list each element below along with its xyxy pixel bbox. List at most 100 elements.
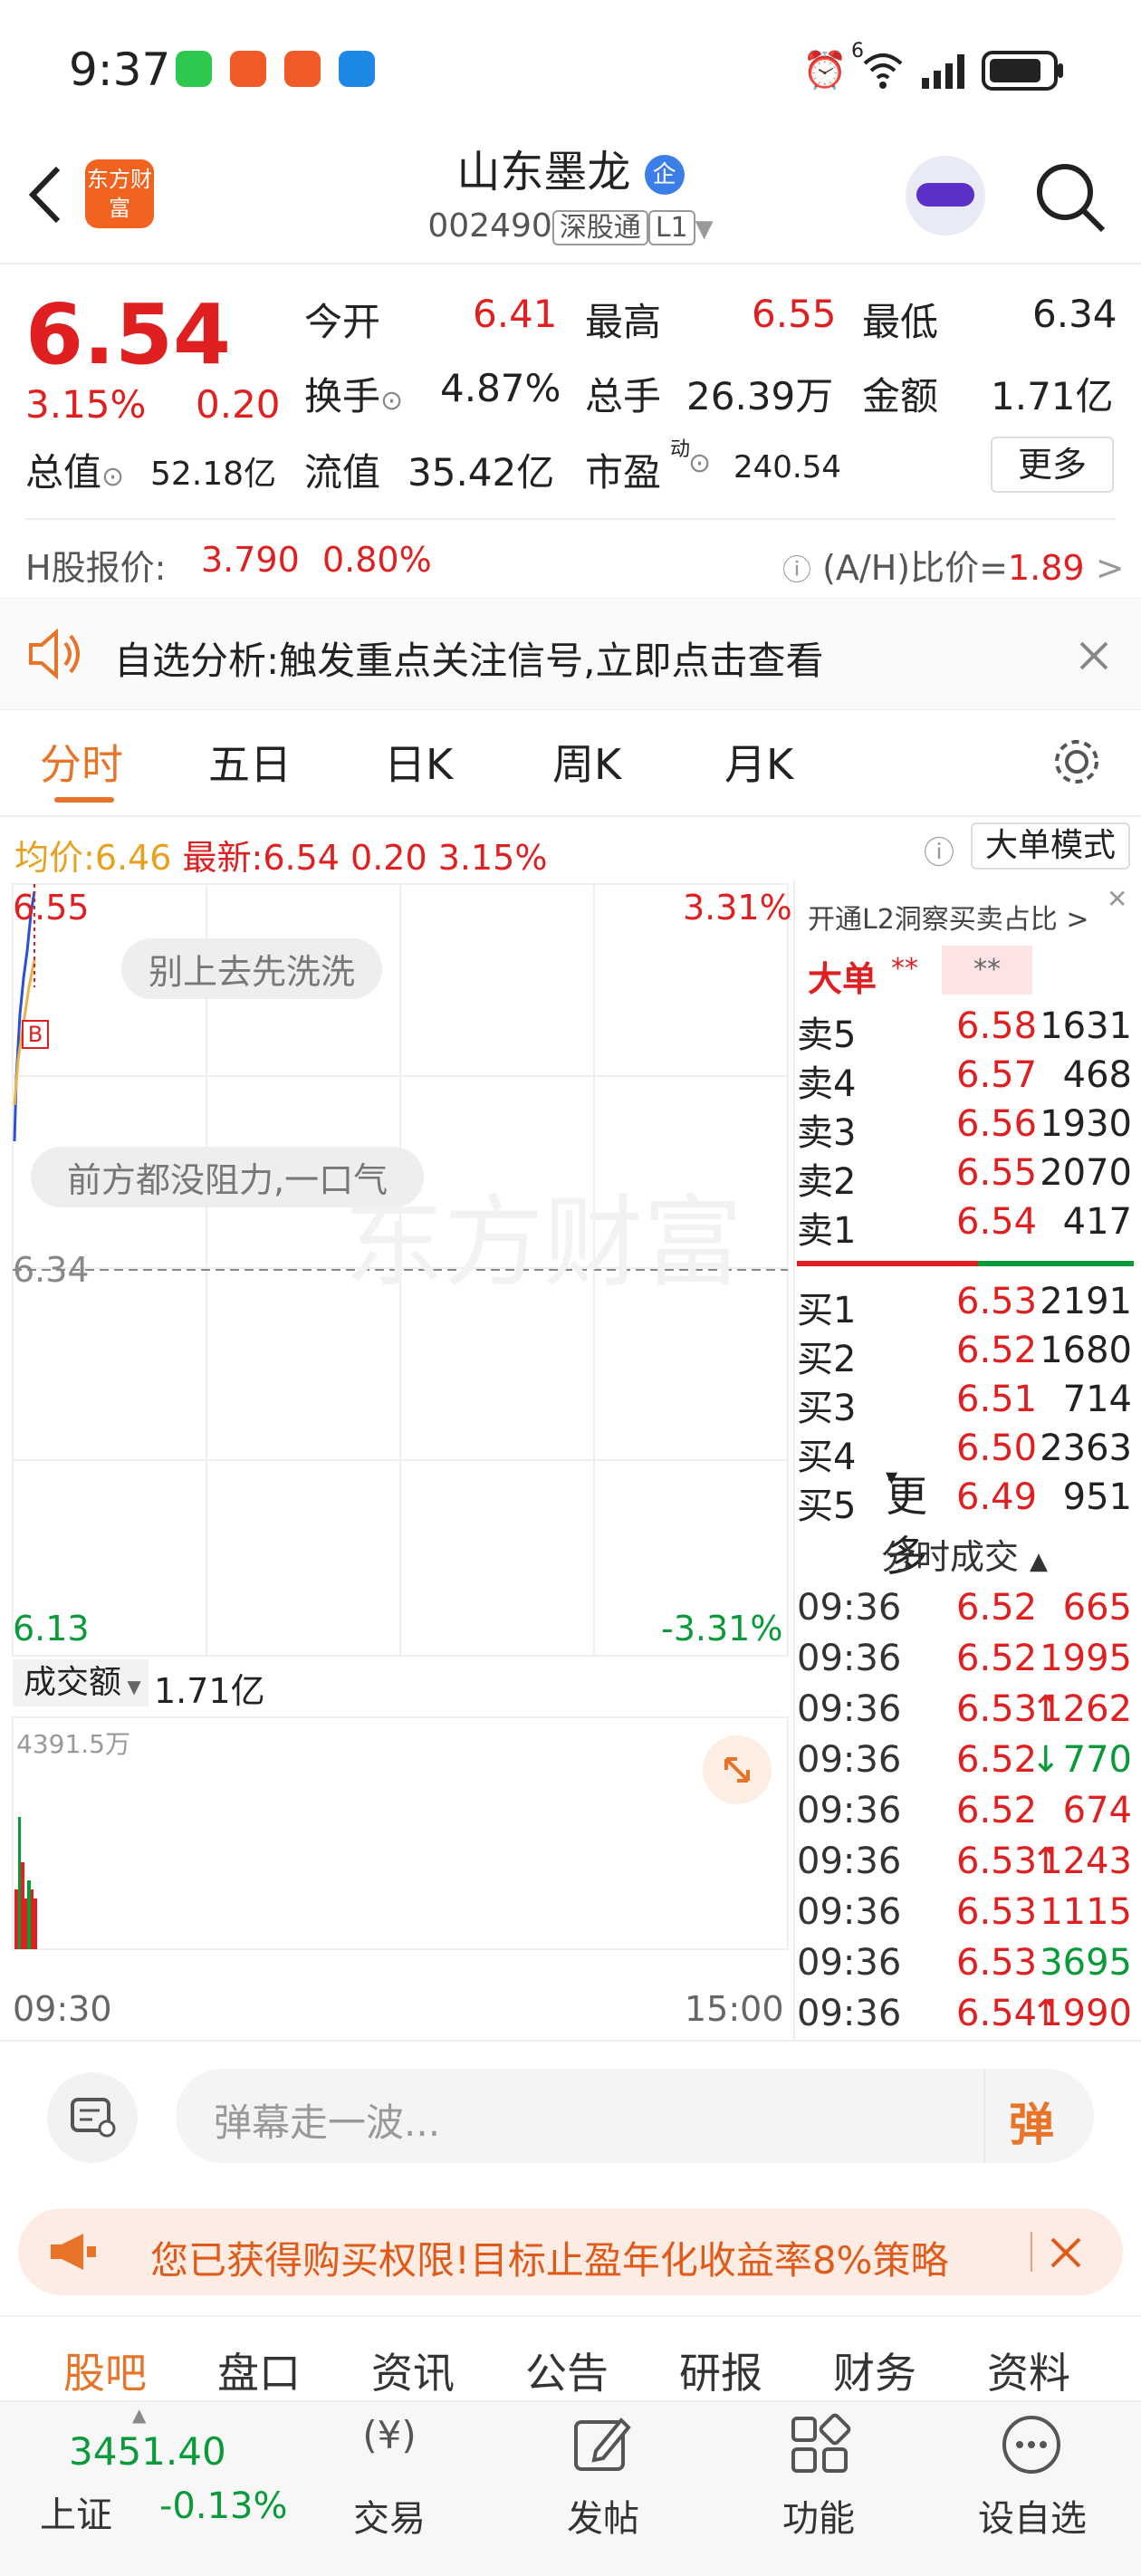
ask-label: 卖1 [797, 1210, 857, 1252]
trade-time: 09:36 [797, 1688, 902, 1730]
axis-time-start: 09:30 [13, 1989, 112, 2029]
app-icon [339, 51, 375, 87]
trade-row: 09:36 6.54 1990 ↑ [797, 1993, 1132, 2043]
trade-volume: 1115 [1040, 1891, 1132, 1933]
app-icon [284, 51, 321, 87]
big-order-mode-button[interactable]: 大单模式 [971, 822, 1130, 870]
info-icon[interactable]: ⊙ [688, 447, 711, 479]
trade-row: 09:36 6.53 1262 ↑ [797, 1688, 1132, 1739]
trades-title[interactable]: 分时成交 ▲ [797, 1529, 1132, 1579]
ask-price: 6.57 [956, 1054, 1038, 1096]
close-icon[interactable] [1049, 2235, 1083, 2270]
ask-volume: 1930 [1040, 1103, 1132, 1145]
trade-price: 6.53 [956, 1841, 1038, 1882]
big-order-label: 大单 [808, 959, 877, 999]
amount-label: 金额 [862, 374, 939, 418]
volume-axis-max: 4391.5万 [16, 1729, 130, 1759]
index-value[interactable]: 3451.40 [69, 2429, 226, 2474]
gear-icon[interactable] [1050, 735, 1103, 788]
more-dots-icon[interactable] [1000, 2413, 1063, 2476]
tab-indicator [54, 797, 114, 803]
high-label: 最高 [585, 300, 662, 344]
low-value: 6.34 [1032, 292, 1117, 336]
robot-avatar-icon[interactable] [906, 156, 985, 235]
promo-text[interactable]: 您已获得购买权限!目标止盈年化收益率8%策略 [150, 2230, 1020, 2285]
tab-pankou[interactable]: 盘口 [217, 2341, 301, 2400]
tab-research[interactable]: 研报 [679, 2341, 762, 2400]
close-icon[interactable]: ✕ [1107, 884, 1127, 914]
volume-selector[interactable]: 成交额 ▼ [13, 1659, 149, 1706]
post-button[interactable]: 发帖 [549, 2489, 657, 2542]
index-name[interactable]: 上证 [40, 2485, 112, 2538]
danmu-toggle-icon[interactable] [47, 2072, 138, 2163]
hshare-price: 3.790 [201, 540, 300, 580]
post-edit-icon[interactable] [570, 2413, 634, 2476]
bid-row: 买2 6.52 1680 [797, 1330, 1132, 1380]
trade-price: 6.52 [956, 1790, 1038, 1831]
trade-price: 6.52 [956, 1638, 1038, 1679]
trade-row: 09:36 6.53 1115 [797, 1891, 1132, 1942]
axis-time-end: 15:00 [685, 1989, 784, 2029]
tab-monthly-k[interactable]: 月K [724, 732, 793, 792]
ask-row: 卖5 6.58 1631 [797, 1005, 1132, 1056]
trade-button[interactable]: 交易 [335, 2489, 444, 2542]
index-pct[interactable]: -0.13% [159, 2485, 288, 2527]
stock-name: 山东墨龙 [456, 147, 631, 197]
ah-ratio[interactable]: ⓘ (A/H)比价=1.89 > [782, 540, 1125, 590]
intraday-chart[interactable]: 东方财富 [0, 879, 793, 2038]
low-label: 最低 [862, 300, 939, 344]
volume-label: 总手 [585, 374, 662, 418]
bid-label: 买2 [797, 1339, 857, 1380]
ask-price: 6.56 [956, 1103, 1038, 1145]
trade-icon[interactable]: (¥) [353, 2413, 426, 2476]
ask-volume: 2070 [1040, 1152, 1132, 1194]
more-button[interactable]: 更多 [991, 437, 1114, 493]
float-value: 35.42亿 [408, 450, 555, 495]
tab-five-day[interactable]: 五日 [208, 732, 292, 792]
grid-apps-icon[interactable] [788, 2413, 851, 2476]
tab-finance[interactable]: 财务 [833, 2341, 916, 2400]
tab-announcement[interactable]: 公告 [525, 2341, 609, 2400]
ask-row: 卖3 6.56 1930 [797, 1103, 1132, 1154]
trade-time: 09:36 [797, 1739, 902, 1781]
tab-daily-k[interactable]: 日K [384, 732, 453, 792]
close-icon[interactable] [1078, 639, 1110, 672]
pe-superscript: 动 [670, 438, 691, 461]
search-icon[interactable] [1032, 159, 1108, 235]
help-icon[interactable]: ⓘ [924, 828, 954, 872]
tab-news[interactable]: 资讯 [371, 2341, 455, 2400]
buy-marker[interactable]: B [22, 1020, 49, 1049]
axis-bottom-pct: -3.31% [661, 1609, 783, 1648]
ask-volume: 417 [1062, 1201, 1132, 1243]
add-favorite-button[interactable]: 设自选 [969, 2489, 1096, 2542]
trade-time: 09:36 [797, 1891, 902, 1933]
tab-guba[interactable]: 股吧 [63, 2341, 147, 2400]
function-button[interactable]: 功能 [764, 2489, 873, 2542]
l2-promo[interactable]: 开通L2洞察买卖占比 > [808, 897, 1089, 937]
danmu-send-button[interactable]: 弹 [1009, 2089, 1054, 2154]
trade-volume: 3695 [1040, 1942, 1132, 1984]
market-tag: 深股通 [551, 210, 648, 245]
bid-label: 买3 [797, 1388, 857, 1429]
trade-volume: 770 [1062, 1739, 1132, 1781]
last-price: 6.54 [25, 286, 231, 383]
wifi-icon [863, 53, 903, 89]
tab-intraday[interactable]: 分时 [40, 732, 123, 792]
danmu-placeholder[interactable]: 弹幕走一波... [214, 2092, 440, 2148]
bid-row: 买4 6.50 2363 [797, 1427, 1132, 1478]
high-value: 6.55 [752, 292, 837, 336]
tab-weekly-k[interactable]: 周K [552, 732, 621, 792]
volume-total: 1.71亿 [154, 1671, 265, 1711]
help-icon: ⓘ [782, 553, 812, 587]
trade-price: 6.52 [956, 1739, 1038, 1781]
bid-label: 买5 [797, 1485, 857, 1527]
trade-row: 09:36 6.52 665 [797, 1587, 1132, 1638]
trade-price: 6.53 [956, 1942, 1038, 1984]
ask-label: 卖3 [797, 1112, 857, 1154]
notice-text[interactable]: 自选分析:触发重点关注信号,立即点击查看 [114, 630, 824, 686]
bid-row: 买5 6.49 951 [797, 1476, 1132, 1527]
expand-icon[interactable] [703, 1735, 772, 1804]
trade-row: 09:36 6.53 3695 [797, 1942, 1132, 1993]
tab-profile[interactable]: 资料 [987, 2341, 1070, 2400]
bid-price: 6.50 [956, 1427, 1038, 1469]
